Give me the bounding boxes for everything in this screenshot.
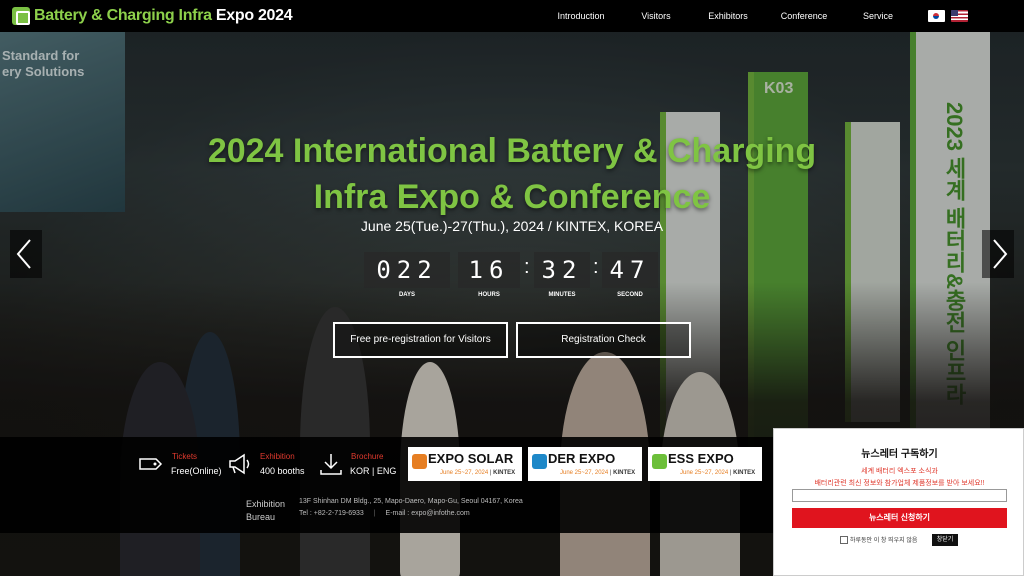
ess-expo-banner[interactable]: ESS EXPO June 25~27, 2024 | KINTEX — [648, 447, 762, 481]
download-icon — [320, 454, 342, 475]
der-expo-logo-icon — [532, 454, 547, 469]
countdown-seconds: 47 — [602, 252, 658, 288]
brochure-value: KOR | ENG — [350, 466, 397, 476]
language-selector — [928, 10, 968, 22]
newsletter-popup: 뉴스레터 구독하기 세계 배터리 엑스포 소식과 배터리관련 최신 정보와 참가… — [773, 428, 1024, 576]
hero-subtitle: June 25(Tue.)-27(Thu.), 2024 / KINTEX, K… — [360, 218, 664, 234]
brochure-label: Brochure — [351, 452, 384, 461]
dont-show-today-label: 하루동안 이 창 띄우지 않음 — [850, 538, 918, 544]
countdown-days-label: DAYS — [398, 292, 416, 298]
countdown-minutes-label: MINUTES — [548, 292, 576, 298]
countdown-separator: : — [593, 256, 599, 278]
tickets-label: Tickets — [172, 452, 198, 461]
expo-solar-banner[interactable]: EXPO SOLAR June 25~27, 2024 | KINTEX — [408, 447, 522, 481]
ticket-icon — [139, 458, 163, 470]
chevron-right-icon — [993, 239, 1008, 269]
countdown-timer: 022 16 : 32 : 47 DAYS HOURS MINUTES SECO… — [364, 252, 660, 304]
dont-show-today-checkbox[interactable] — [840, 536, 848, 544]
exhibition-value: 400 booths — [260, 466, 305, 476]
countdown-minutes: 32 — [534, 252, 590, 288]
bureau-tel: Tel : +82-2-719-6933 — [299, 510, 364, 517]
expo-solar-logo-icon — [412, 454, 427, 469]
logo-icon — [12, 7, 30, 25]
hero-title: 2024 International Battery & Charging In… — [207, 132, 817, 216]
der-expo-banner[interactable]: DER EXPO June 25~27, 2024 | KINTEX — [528, 447, 642, 481]
megaphone-icon — [229, 453, 250, 475]
countdown-separator: : — [524, 256, 530, 278]
korean-flag-icon[interactable] — [928, 10, 945, 22]
english-flag-icon[interactable] — [951, 10, 968, 22]
popup-close-button[interactable]: 창닫기 — [932, 534, 958, 546]
nav-conference[interactable]: Conference — [766, 0, 842, 32]
nav-exhibitors[interactable]: Exhibitors — [690, 0, 766, 32]
bureau-address: 13F Shinhan DM Bldg., 25, Mapo-Daero, Ma… — [299, 498, 523, 505]
newsletter-title: 뉴스레터 구독하기 — [861, 449, 938, 460]
logo-text: Battery & Charging Infra Expo 2024 — [34, 7, 293, 24]
countdown-seconds-label: SECOND — [617, 292, 643, 298]
slider-next-button[interactable] — [982, 230, 1014, 278]
countdown-hours: 16 — [458, 252, 520, 288]
newsletter-text-line2: 배터리관련 최신 정보와 참가업체 제품정보를 받아 보세요!! — [814, 480, 985, 487]
nav-service[interactable]: Service — [842, 0, 914, 32]
countdown-hours-label: HOURS — [478, 292, 500, 298]
bureau-contact: Tel : +82-2-719-6933 | E-mail : expo@inf… — [299, 510, 470, 517]
newsletter-submit-button[interactable]: 뉴스레터 신청하기 — [792, 508, 1007, 528]
registration-check-button[interactable]: Registration Check — [516, 322, 691, 358]
slider-prev-button[interactable] — [10, 230, 42, 278]
bureau-email[interactable]: E-mail : expo@infothe.com — [386, 510, 470, 517]
exhibition-label: Exhibition — [260, 452, 295, 461]
top-navigation-bar: Battery & Charging Infra Expo 2024 Intro… — [0, 0, 1024, 32]
preregistration-button[interactable]: Free pre-registration for Visitors — [333, 322, 508, 358]
ess-expo-logo-icon — [652, 454, 667, 469]
newsletter-email-input[interactable] — [792, 489, 1007, 502]
exhibition-bureau-title: Exhibition Bureau — [246, 499, 286, 522]
site-logo[interactable]: Battery & Charging Infra Expo 2024 — [12, 6, 293, 26]
newsletter-text-line1: 세계 배터리 엑스포 소식과 — [861, 468, 938, 475]
nav-visitors[interactable]: Visitors — [622, 0, 690, 32]
nav-introduction[interactable]: Introduction — [540, 0, 622, 32]
countdown-days: 022 — [364, 252, 450, 288]
main-nav: Introduction Visitors Exhibitors Confere… — [540, 0, 914, 32]
tickets-value: Free(Online) — [171, 466, 222, 476]
chevron-left-icon — [16, 239, 31, 269]
